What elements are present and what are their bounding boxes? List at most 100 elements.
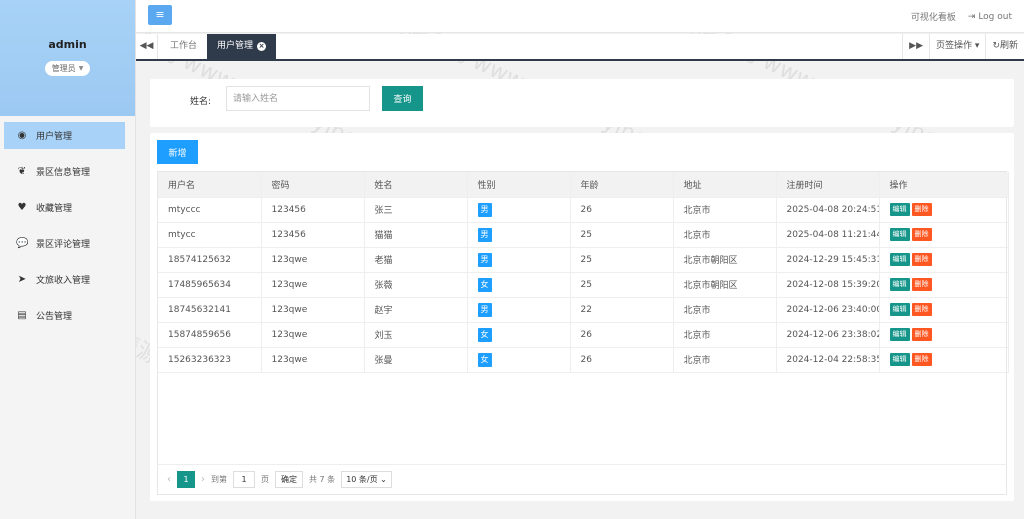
edit-button[interactable]: 编辑 [889, 253, 910, 266]
logout-icon: ⇥ [967, 11, 976, 22]
cell-username: mtyccc [158, 197, 262, 223]
delete-button[interactable]: 删除 [911, 278, 932, 291]
cell-actions: 编辑 删除 [879, 197, 1009, 223]
page-size-label: 10 条/页 [346, 475, 378, 484]
name-label: 姓名: [190, 97, 212, 107]
cell-gender: 男 [467, 297, 571, 323]
edit-button[interactable]: 编辑 [889, 353, 910, 366]
table-row: mtyccc 123456 张三 男 26 北京市 2025-04-08 20:… [158, 197, 1009, 223]
page-jump-input[interactable]: 1 [233, 471, 255, 488]
user-circle-icon: ◉ [17, 130, 27, 141]
cell-age: 26 [570, 322, 674, 348]
dashboard-link[interactable]: 可视化看板 [911, 10, 956, 23]
tab-home[interactable]: 工作台 [160, 34, 207, 59]
table-row: 15874859656 123qwe 刘玉 女 26 北京市 2024-12-0… [158, 322, 1009, 348]
page-ops-dropdown[interactable]: 页签操作 ▾ [929, 34, 985, 59]
col-username: 用户名 [158, 172, 262, 198]
edit-button[interactable]: 编辑 [889, 303, 910, 316]
cell-password: 123qwe [261, 322, 365, 348]
sidebar-item-comments[interactable]: 💬 景区评论管理 [4, 230, 125, 257]
menu-toggle-icon[interactable]: ≡ [148, 5, 172, 25]
edit-button[interactable]: 编辑 [889, 228, 910, 241]
tab-scroll-left-icon[interactable]: ◀◀ [136, 34, 158, 59]
gender-badge: 女 [477, 352, 492, 367]
page-current[interactable]: 1 [177, 471, 195, 488]
cell-name: 刘玉 [364, 322, 468, 348]
cell-address: 北京市 [673, 197, 777, 223]
refresh-button[interactable]: ↻刷新 [985, 34, 1024, 59]
cell-register-time: 2024-12-29 15:45:31 [776, 247, 880, 273]
sidebar-item-label: 公告管理 [36, 312, 73, 322]
top-actions: 可视化看板 ⇥ Log out [911, 10, 1012, 24]
role-dropdown[interactable]: 管理员 ▼ [44, 61, 91, 76]
sidebar-item-scenic-info[interactable]: ❦ 景区信息管理 [4, 158, 125, 185]
cell-name: 张薇 [364, 272, 468, 298]
tab-scroll-right-icon[interactable]: ▶▶ [902, 34, 929, 59]
sidebar-item-label: 收藏管理 [36, 204, 73, 214]
cell-actions: 编辑 删除 [879, 297, 1009, 323]
col-name: 姓名 [364, 172, 468, 198]
tab-user-management[interactable]: 用户管理 × [207, 34, 277, 59]
delete-button[interactable]: 删除 [911, 353, 932, 366]
col-address: 地址 [673, 172, 777, 198]
cell-username: 15263236323 [158, 347, 262, 373]
cell-password: 123qwe [261, 297, 365, 323]
edit-button[interactable]: 编辑 [889, 328, 910, 341]
cell-username: 18745632141 [158, 297, 262, 323]
close-icon[interactable]: × [257, 42, 267, 51]
cell-actions: 编辑 删除 [879, 247, 1009, 273]
paper-plane-icon: ➤ [17, 274, 27, 285]
heart-icon: ♥ [17, 202, 27, 213]
gender-badge: 男 [477, 302, 492, 317]
cell-password: 123qwe [261, 247, 365, 273]
cell-register-time: 2025-04-08 20:24:51 [776, 197, 880, 223]
delete-button[interactable]: 删除 [911, 303, 932, 316]
table-row: 18745632141 123qwe 赵宇 男 22 北京市 2024-12-0… [158, 297, 1009, 323]
tab-label: 用户管理 [217, 41, 254, 51]
cell-address: 北京市朝阳区 [673, 247, 777, 273]
cell-gender: 男 [467, 222, 571, 248]
cell-age: 25 [570, 222, 674, 248]
edit-button[interactable]: 编辑 [889, 278, 910, 291]
sidebar-item-income[interactable]: ➤ 文旅收入管理 [4, 266, 125, 293]
cell-gender: 男 [467, 197, 571, 223]
cell-username: 17485965634 [158, 272, 262, 298]
next-page-icon[interactable]: › [201, 474, 205, 485]
delete-button[interactable]: 删除 [911, 203, 932, 216]
cell-register-time: 2024-12-06 23:40:00 [776, 297, 880, 323]
cell-age: 26 [570, 347, 674, 373]
cell-age: 26 [570, 197, 674, 223]
col-age: 年龄 [570, 172, 674, 198]
logout-link[interactable]: ⇥ Log out [968, 12, 1012, 22]
sidebar-item-notices[interactable]: ▤ 公告管理 [4, 302, 125, 329]
add-button[interactable]: 新增 [157, 140, 198, 164]
col-actions: 操作 [879, 172, 1009, 198]
cell-password: 123qwe [261, 272, 365, 298]
cell-gender: 女 [467, 347, 571, 373]
delete-button[interactable]: 删除 [911, 328, 932, 341]
gender-badge: 男 [477, 252, 492, 267]
cell-actions: 编辑 删除 [879, 322, 1009, 348]
delete-button[interactable]: 删除 [911, 228, 932, 241]
role-label: 管理员 [51, 64, 76, 73]
table-row: 17485965634 123qwe 张薇 女 25 北京市朝阳区 2024-1… [158, 272, 1009, 298]
sidebar-item-label: 用户管理 [36, 132, 73, 142]
sidebar-menu: ◉ 用户管理 ❦ 景区信息管理 ♥ 收藏管理 💬 景区评论管理 ➤ 文旅收入管理… [0, 122, 135, 329]
sidebar-item-favorites[interactable]: ♥ 收藏管理 [4, 194, 125, 221]
query-button[interactable]: 查询 [382, 86, 423, 111]
confirm-jump-button[interactable]: 确定 [275, 471, 303, 488]
prev-page-icon[interactable]: ‹ [167, 474, 171, 485]
sidebar-item-user-management[interactable]: ◉ 用户管理 [4, 122, 125, 149]
caret-down-icon: ▾ [974, 41, 980, 51]
cell-register-time: 2024-12-06 23:38:02 [776, 322, 880, 348]
leaf-icon: ❦ [17, 166, 27, 177]
delete-button[interactable]: 删除 [911, 253, 932, 266]
edit-button[interactable]: 编辑 [889, 203, 910, 216]
col-gender: 性别 [467, 172, 571, 198]
name-search-input[interactable] [226, 86, 370, 111]
page-size-select[interactable]: 10 条/页 ⌄ [341, 471, 392, 488]
cell-actions: 编辑 删除 [879, 347, 1009, 373]
cell-username: mtycc [158, 222, 262, 248]
username: admin [48, 38, 87, 51]
goto-label: 到第 [211, 475, 227, 484]
